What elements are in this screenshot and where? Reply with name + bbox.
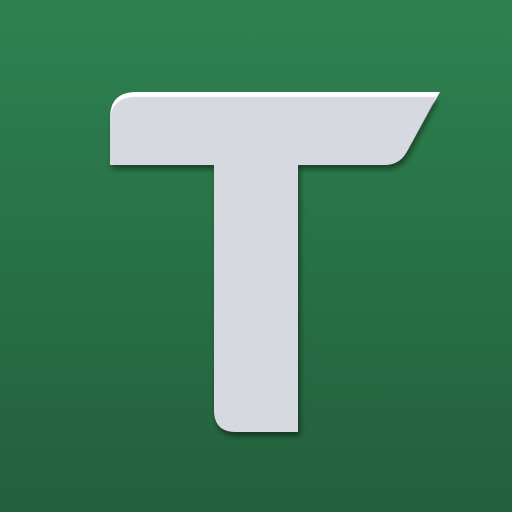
t-letter-logo-icon — [110, 92, 440, 432]
t-letter-shape — [110, 97, 436, 432]
app-icon[interactable] — [0, 0, 512, 512]
